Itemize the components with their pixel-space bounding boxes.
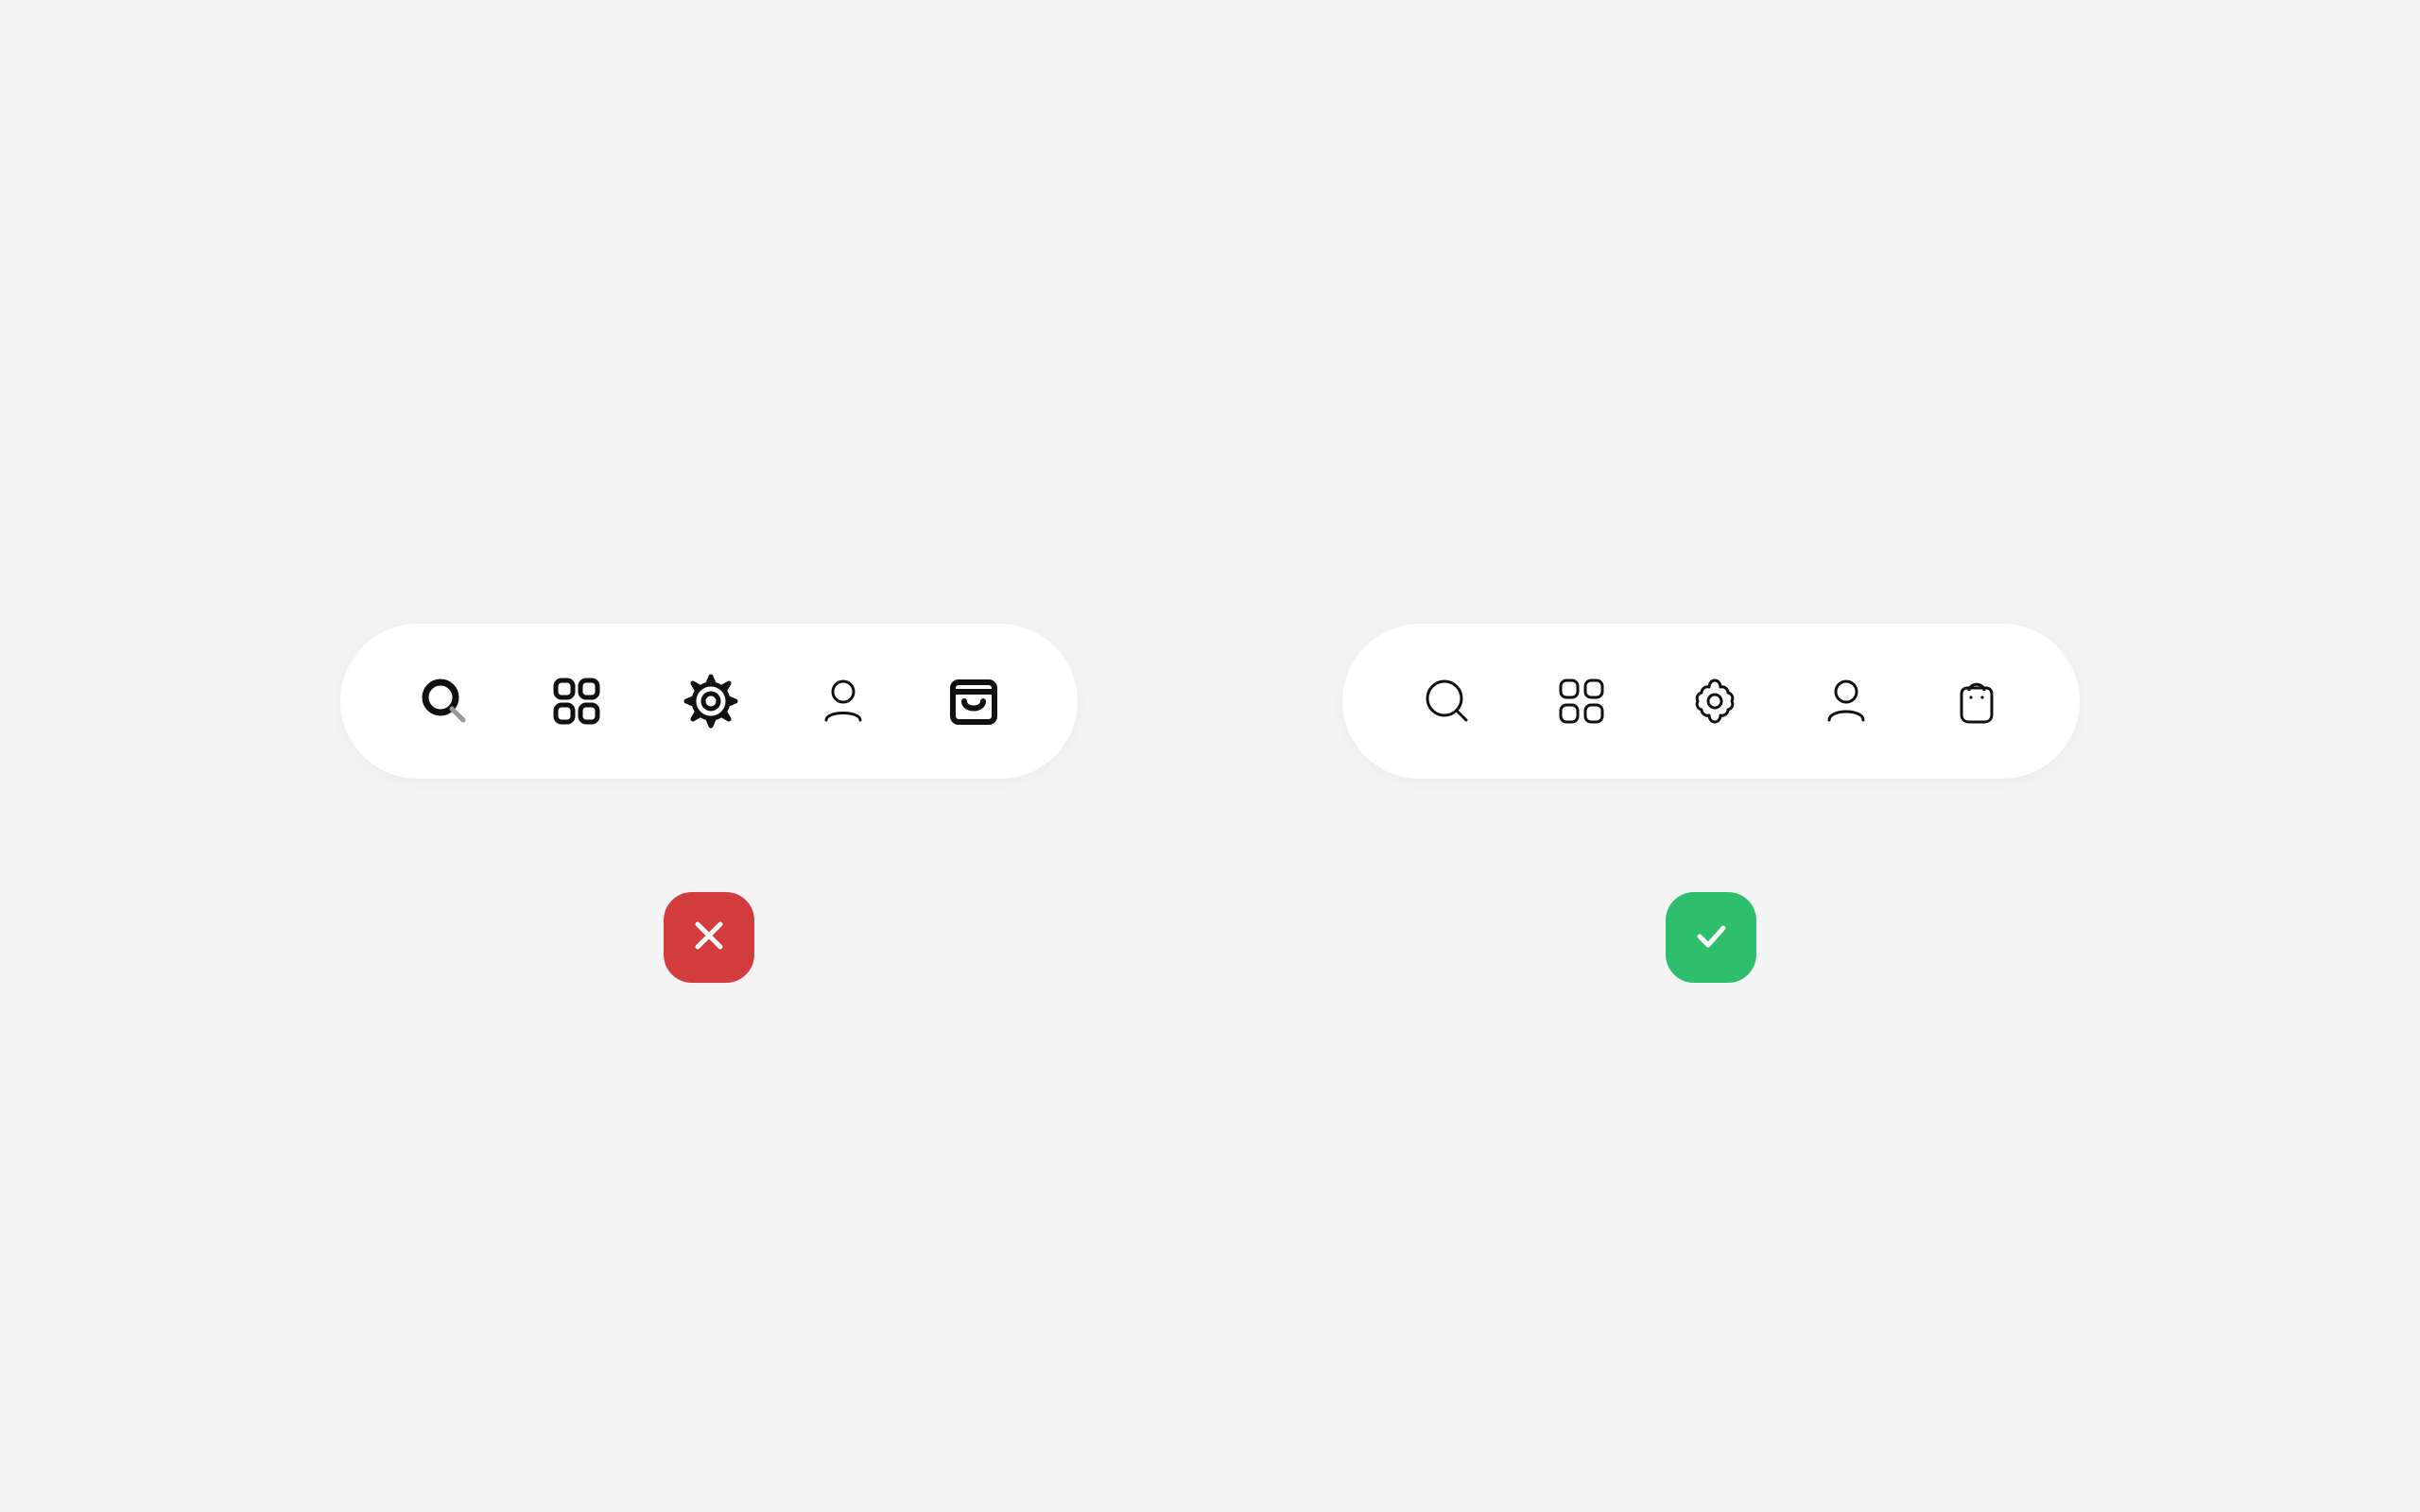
example-bad (340, 624, 1078, 983)
apps-icon[interactable] (1553, 673, 1610, 730)
profile-icon[interactable] (817, 675, 870, 728)
search-icon[interactable] (416, 673, 473, 730)
search-icon[interactable] (1419, 673, 1476, 730)
tabbar-good (1342, 624, 2080, 779)
settings-icon[interactable] (1686, 673, 1743, 730)
tabbar-bad (340, 624, 1078, 779)
status-incorrect (664, 892, 754, 983)
example-good (1342, 624, 2080, 983)
x-icon (688, 915, 730, 960)
check-icon (1690, 915, 1732, 960)
apps-icon[interactable] (548, 673, 605, 730)
status-correct (1666, 892, 1756, 983)
profile-icon[interactable] (1820, 675, 1873, 728)
shopping-bag-icon[interactable] (1950, 675, 2003, 728)
shopping-bag-icon[interactable] (945, 673, 1002, 730)
settings-icon[interactable] (681, 671, 741, 731)
